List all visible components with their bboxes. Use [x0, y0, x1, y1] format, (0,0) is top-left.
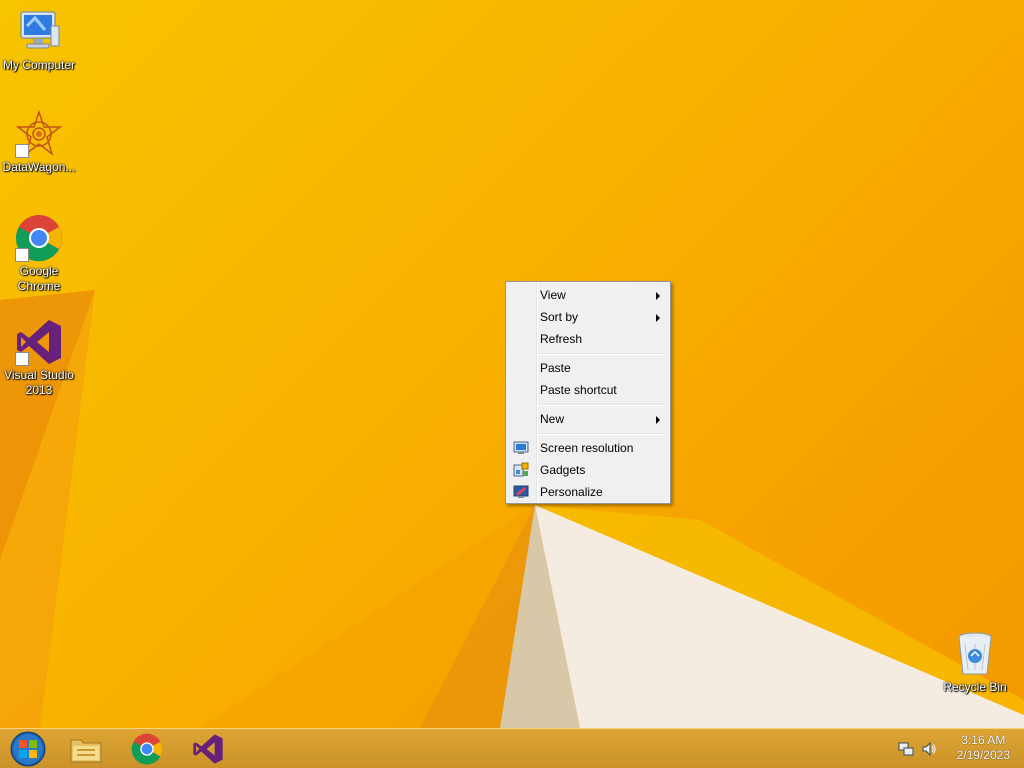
taskbar-button-chrome[interactable] [119, 730, 175, 768]
gadgets-icon [513, 462, 529, 477]
shortcut-arrow-icon [15, 248, 29, 262]
menu-item-label: Screen resolution [540, 441, 634, 455]
menu-item-view[interactable]: View [508, 284, 668, 306]
desktop-icon-my-computer[interactable]: My Computer [0, 8, 78, 73]
menu-item-new[interactable]: New [508, 408, 668, 430]
menu-item-label: New [540, 412, 565, 426]
desktop-context-menu: View Sort by Refresh Paste Paste shortcu… [505, 281, 671, 504]
desktop-icon-label: Google Chrome [17, 264, 61, 293]
menu-separator [508, 430, 668, 437]
shortcut-arrow-icon [15, 144, 29, 158]
menu-separator [508, 350, 668, 357]
submenu-arrow-icon [656, 292, 660, 300]
taskbar-button-file-explorer[interactable] [58, 730, 114, 768]
desktop-icon-visual-studio[interactable]: Visual Studio 2013 [0, 318, 78, 398]
chrome-icon [131, 733, 163, 765]
personalize-icon [513, 485, 529, 498]
clock-date: 2/19/2023 [956, 748, 1010, 762]
desktop-icon-label: My Computer [2, 58, 76, 72]
taskbar-button-visual-studio[interactable] [180, 730, 236, 768]
menu-item-gadgets[interactable]: Gadgets [508, 459, 668, 481]
shortcut-arrow-icon [15, 352, 29, 366]
visual-studio-icon [193, 734, 223, 764]
menu-item-label: Refresh [540, 332, 583, 346]
system-clock[interactable]: 3:16 AM 2/19/2023 [957, 733, 1010, 763]
taskbar: 3:16 AM 2/19/2023 [0, 728, 1024, 768]
desktop-icon-label: DataWagon... [2, 160, 76, 174]
start-orb-icon [10, 731, 46, 767]
menu-item-screen-resolution[interactable]: Screen resolution [508, 437, 668, 459]
desktop[interactable]: My Computer DataWagon... Google Chrome V… [0, 0, 1024, 728]
menu-item-label: Paste [540, 361, 571, 375]
datawagon-icon [15, 109, 63, 158]
menu-item-label: Sort by [540, 310, 579, 324]
menu-item-label: Paste shortcut [540, 383, 617, 397]
desktop-icon-recycle-bin[interactable]: Recycle Bin [936, 630, 1014, 695]
menu-item-label: Personalize [540, 485, 603, 499]
menu-item-label: View [540, 288, 566, 302]
screen-resolution-icon [513, 441, 529, 454]
submenu-arrow-icon [656, 314, 660, 322]
desktop-icon-google-chrome[interactable]: Google Chrome [0, 214, 78, 294]
file-explorer-icon [70, 739, 102, 763]
chrome-icon [15, 214, 63, 262]
desktop-icon-datawagon[interactable]: DataWagon... [0, 109, 78, 175]
clock-time: 3:16 AM [961, 733, 1006, 747]
recycle-bin-icon [951, 630, 999, 678]
menu-item-label: Gadgets [540, 463, 586, 477]
desktop-icon-label: Visual Studio 2013 [4, 368, 74, 397]
computer-icon [15, 8, 63, 56]
volume-icon[interactable] [921, 741, 937, 757]
menu-item-personalize[interactable]: Personalize [508, 481, 668, 503]
visual-studio-icon [15, 318, 63, 366]
start-button[interactable] [0, 730, 56, 768]
submenu-arrow-icon [656, 416, 660, 424]
menu-separator [508, 401, 668, 408]
network-icon[interactable] [898, 741, 914, 757]
menu-item-paste-shortcut[interactable]: Paste shortcut [508, 379, 668, 401]
menu-item-sort-by[interactable]: Sort by [508, 306, 668, 328]
menu-item-paste[interactable]: Paste [508, 357, 668, 379]
menu-item-refresh[interactable]: Refresh [508, 328, 668, 350]
desktop-icon-label: Recycle Bin [943, 680, 1007, 694]
